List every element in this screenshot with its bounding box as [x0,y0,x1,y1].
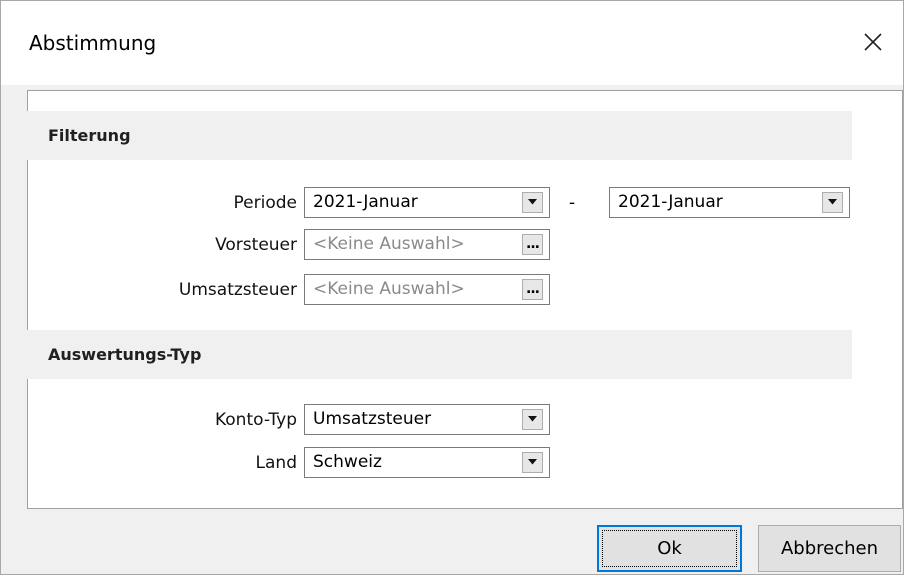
filter-section-heading: Filterung [27,111,852,160]
period-range-separator: - [569,193,576,213]
title-bar: Abstimmung [1,1,903,85]
konto-typ-value: Umsatzsteuer [313,409,432,429]
umsatzsteuer-label: Umsatzsteuer [178,280,297,300]
chevron-down-icon [528,199,537,205]
umsatzsteuer-picker[interactable]: <Keine Auswahl> ... [304,274,550,305]
vorsteuer-value: <Keine Auswahl> [313,234,465,254]
focus-rectangle [602,530,737,567]
abstimmung-dialog: Abstimmung Filterung Periode 2021-Januar… [0,0,904,575]
land-dropdown-button[interactable] [522,452,543,473]
periode-to-dropdown-button[interactable] [822,192,843,213]
periode-from-value: 2021-Januar [313,192,418,212]
periode-from-dropdown-button[interactable] [522,192,543,213]
chevron-down-icon [528,459,537,465]
umsatzsteuer-value: <Keine Auswahl> [313,279,465,299]
periode-to-select[interactable]: 2021-Januar [609,187,850,218]
konto-typ-select[interactable]: Umsatzsteuer [304,404,550,435]
vorsteuer-label: Vorsteuer [215,235,297,255]
land-label: Land [255,453,297,473]
land-value: Schweiz [313,452,382,472]
ok-button[interactable]: Ok [597,525,742,572]
vorsteuer-browse-button[interactable]: ... [522,234,543,255]
konto-typ-label: Konto-Typ [214,410,297,430]
konto-typ-dropdown-button[interactable] [522,409,543,430]
cancel-button-label: Abbrechen [780,538,879,559]
auswertung-section-heading: Auswertungs-Typ [27,330,852,379]
close-icon [864,33,882,51]
chevron-down-icon [828,199,837,205]
periode-from-select[interactable]: 2021-Januar [304,187,550,218]
chevron-down-icon [528,416,537,422]
umsatzsteuer-browse-button[interactable]: ... [522,279,543,300]
close-button[interactable] [851,21,895,65]
cancel-button[interactable]: Abbrechen [758,525,901,572]
vorsteuer-picker[interactable]: <Keine Auswahl> ... [304,229,550,260]
land-select[interactable]: Schweiz [304,447,550,478]
window-title: Abstimmung [29,31,157,55]
periode-to-value: 2021-Januar [618,192,723,212]
periode-label: Periode [233,193,297,213]
